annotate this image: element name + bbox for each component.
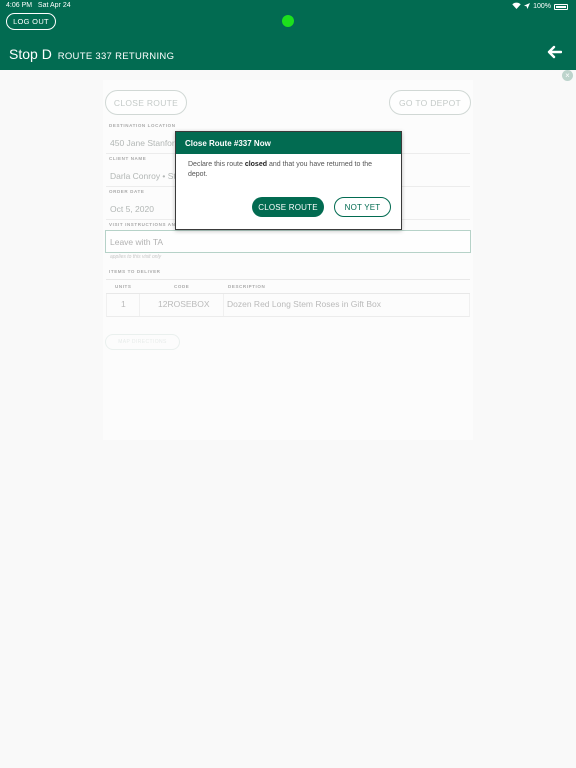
app-header: 4:06 PM Sat Apr 24 100% LOG OUT Stop D R… bbox=[0, 0, 576, 70]
page-title: Stop D ROUTE 337 RETURNING bbox=[9, 46, 174, 62]
route-subtitle: ROUTE 337 RETURNING bbox=[57, 51, 175, 62]
logout-button[interactable]: LOG OUT bbox=[6, 13, 56, 30]
battery-icon bbox=[554, 3, 568, 10]
status-indicator-dot bbox=[282, 15, 294, 27]
status-bar-right: 100% bbox=[512, 2, 568, 11]
dialog-message-prefix: Declare this route bbox=[188, 161, 245, 168]
close-route-dialog: Close Route #337 Now Declare this route … bbox=[175, 131, 402, 230]
dialog-message: Declare this route closed and that you h… bbox=[176, 154, 401, 180]
battery-percent: 100% bbox=[533, 3, 551, 10]
arrow-left-icon[interactable] bbox=[546, 44, 562, 60]
not-yet-button[interactable]: NOT YET bbox=[334, 197, 391, 217]
dialog-message-bold: closed bbox=[244, 161, 267, 168]
location-arrow-icon bbox=[524, 2, 531, 11]
wifi-icon bbox=[512, 2, 521, 11]
dialog-title: Close Route #337 Now bbox=[176, 132, 401, 154]
status-bar-time: 4:06 PM Sat Apr 24 bbox=[6, 2, 71, 9]
confirm-close-route-button[interactable]: CLOSE ROUTE bbox=[252, 197, 324, 217]
stop-title-text: Stop D bbox=[9, 46, 52, 62]
